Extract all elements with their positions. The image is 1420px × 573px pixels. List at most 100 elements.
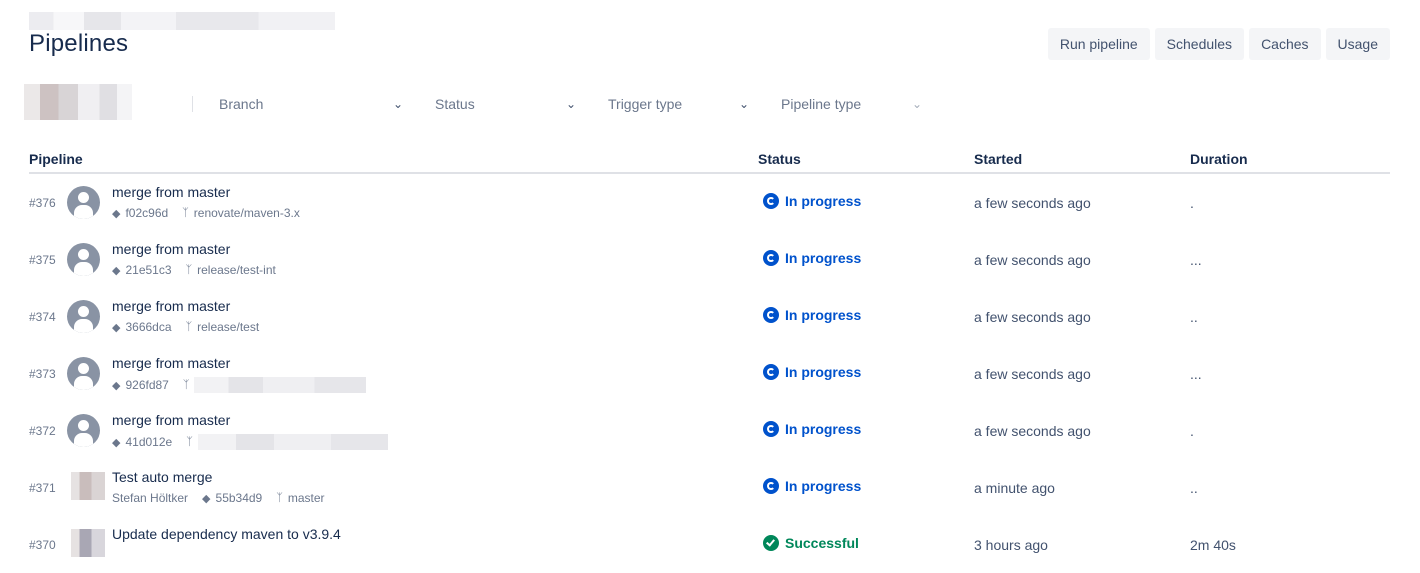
- pipeline-title[interactable]: merge from master: [112, 355, 230, 371]
- commit-icon: ◆: [112, 436, 121, 449]
- pipeline-title[interactable]: merge from master: [112, 241, 230, 257]
- duration: 2m 40s: [1190, 537, 1236, 553]
- branch-name[interactable]: release/test: [197, 320, 259, 334]
- status-column-header: Status: [758, 151, 801, 167]
- table-row[interactable]: #373 merge from master ◆ 926fd87 ᛉ In pr…: [29, 345, 1390, 402]
- chevron-down-icon: ⌄: [739, 97, 750, 111]
- pipeline-title[interactable]: Update dependency maven to v3.9.4: [112, 526, 341, 542]
- filter-divider: [192, 96, 193, 112]
- caches-button[interactable]: Caches: [1249, 28, 1321, 60]
- status-label: In progress: [785, 478, 862, 494]
- branch-name[interactable]: [194, 377, 367, 393]
- commit-icon: ◆: [112, 321, 121, 334]
- commit-meta: ◆ 926fd87 ᛉ: [112, 377, 367, 393]
- pipeline-number: #375: [29, 253, 56, 267]
- page-title: Pipelines: [29, 30, 129, 57]
- branch-name[interactable]: master: [288, 491, 325, 505]
- schedules-button[interactable]: Schedules: [1154, 28, 1245, 60]
- chevron-down-icon: ⌄: [393, 97, 404, 111]
- started-time: a few seconds ago: [974, 309, 1091, 325]
- duration: ..: [1190, 309, 1198, 325]
- started-time: a few seconds ago: [974, 195, 1091, 211]
- commit-meta: ◆ f02c96d ᛉ renovate/maven-3.x: [112, 206, 300, 220]
- duration-column-header: Duration: [1190, 151, 1248, 167]
- pipeline-title[interactable]: merge from master: [112, 298, 230, 314]
- branch-icon: ᛉ: [185, 321, 193, 333]
- status-label: Successful: [785, 535, 859, 551]
- commit-meta: ◆ 3666dca ᛉ release/test: [112, 320, 259, 334]
- status-filter-label: Status: [435, 96, 475, 112]
- status-label: In progress: [785, 193, 862, 209]
- avatar: [67, 300, 100, 333]
- commit-hash[interactable]: 21e51c3: [125, 263, 171, 277]
- started-column-header: Started: [974, 151, 1023, 167]
- commit-hash[interactable]: 926fd87: [125, 378, 168, 392]
- table-row[interactable]: #372 merge from master ◆ 41d012e ᛉ In pr…: [29, 402, 1390, 459]
- avatar: [71, 529, 105, 557]
- check-icon: [763, 535, 779, 551]
- table-row[interactable]: #370 Update dependency maven to v3.9.4 S…: [29, 516, 1390, 573]
- table-row[interactable]: #371 Test auto merge Stefan Höltker ◆ 55…: [29, 459, 1390, 516]
- avatar: [67, 414, 100, 447]
- branch-name[interactable]: [197, 434, 388, 450]
- branch-name[interactable]: release/test-int: [197, 263, 276, 277]
- pipeline-title[interactable]: Test auto merge: [112, 469, 212, 485]
- status-filter[interactable]: Status ⌄: [435, 94, 576, 114]
- pipeline-number: #374: [29, 310, 56, 324]
- table-row[interactable]: #374 merge from master ◆ 3666dca ᛉ relea…: [29, 288, 1390, 345]
- pipeline-number: #371: [29, 481, 56, 495]
- breadcrumb[interactable]: [29, 12, 335, 30]
- pipeline-number: #372: [29, 424, 56, 438]
- author-name[interactable]: Stefan Höltker: [112, 491, 188, 505]
- branch-icon: ᛉ: [185, 264, 193, 276]
- trigger-type-filter-label: Trigger type: [608, 96, 683, 112]
- commit-hash[interactable]: 55b34d9: [216, 491, 263, 505]
- pipeline-title[interactable]: merge from master: [112, 412, 230, 428]
- status-badge: In progress: [763, 421, 861, 437]
- chevron-down-icon: ⌄: [566, 97, 577, 111]
- status-badge: In progress: [763, 307, 861, 323]
- duration: .: [1190, 423, 1194, 439]
- commit-hash[interactable]: 41d012e: [125, 435, 172, 449]
- pipeline-type-filter-label: Pipeline type: [781, 96, 862, 112]
- started-time: a few seconds ago: [974, 366, 1091, 382]
- commit-icon: ◆: [112, 207, 121, 220]
- commit-meta: Stefan Höltker ◆ 55b34d9 ᛉ master: [112, 491, 325, 505]
- chevron-down-icon: ⌄: [912, 97, 923, 111]
- duration: ..: [1190, 480, 1198, 496]
- commit-hash[interactable]: f02c96d: [125, 206, 168, 220]
- trigger-type-filter[interactable]: Trigger type ⌄: [608, 94, 749, 114]
- table-header: Pipeline Status Started Duration: [29, 150, 1390, 174]
- branch-icon: ᛉ: [182, 207, 189, 219]
- usage-button[interactable]: Usage: [1325, 28, 1390, 60]
- duration: ...: [1190, 366, 1202, 382]
- status-badge: In progress: [763, 193, 861, 209]
- in-progress-icon: [763, 478, 779, 494]
- run-pipeline-button[interactable]: Run pipeline: [1047, 28, 1150, 60]
- commit-meta: ◆ 41d012e ᛉ: [112, 434, 388, 450]
- repository-selector[interactable]: [24, 84, 132, 120]
- commit-meta: ◆ 21e51c3 ᛉ release/test-int: [112, 263, 276, 277]
- in-progress-icon: [763, 364, 779, 380]
- started-time: 3 hours ago: [974, 537, 1048, 553]
- duration: ...: [1190, 252, 1202, 268]
- started-time: a few seconds ago: [974, 252, 1091, 268]
- table-row[interactable]: #376 merge from master ◆ f02c96d ᛉ renov…: [29, 174, 1390, 231]
- commit-icon: ◆: [112, 264, 121, 277]
- commit-hash[interactable]: 3666dca: [125, 320, 171, 334]
- branch-name[interactable]: renovate/maven-3.x: [194, 206, 300, 220]
- status-label: In progress: [785, 364, 862, 380]
- in-progress-icon: [763, 193, 779, 209]
- started-time: a minute ago: [974, 480, 1055, 496]
- branch-filter-label: Branch: [219, 96, 264, 112]
- pipeline-title[interactable]: merge from master: [112, 184, 230, 200]
- branch-icon: ᛉ: [186, 436, 193, 448]
- pipeline-type-filter[interactable]: Pipeline type ⌄: [781, 94, 922, 114]
- commit-icon: ◆: [202, 492, 211, 505]
- branch-filter[interactable]: Branch ⌄: [219, 94, 403, 114]
- status-badge: In progress: [763, 250, 861, 266]
- avatar: [67, 243, 100, 276]
- table-row[interactable]: #375 merge from master ◆ 21e51c3 ᛉ relea…: [29, 231, 1390, 288]
- status-label: In progress: [785, 307, 862, 323]
- status-badge: In progress: [763, 478, 861, 494]
